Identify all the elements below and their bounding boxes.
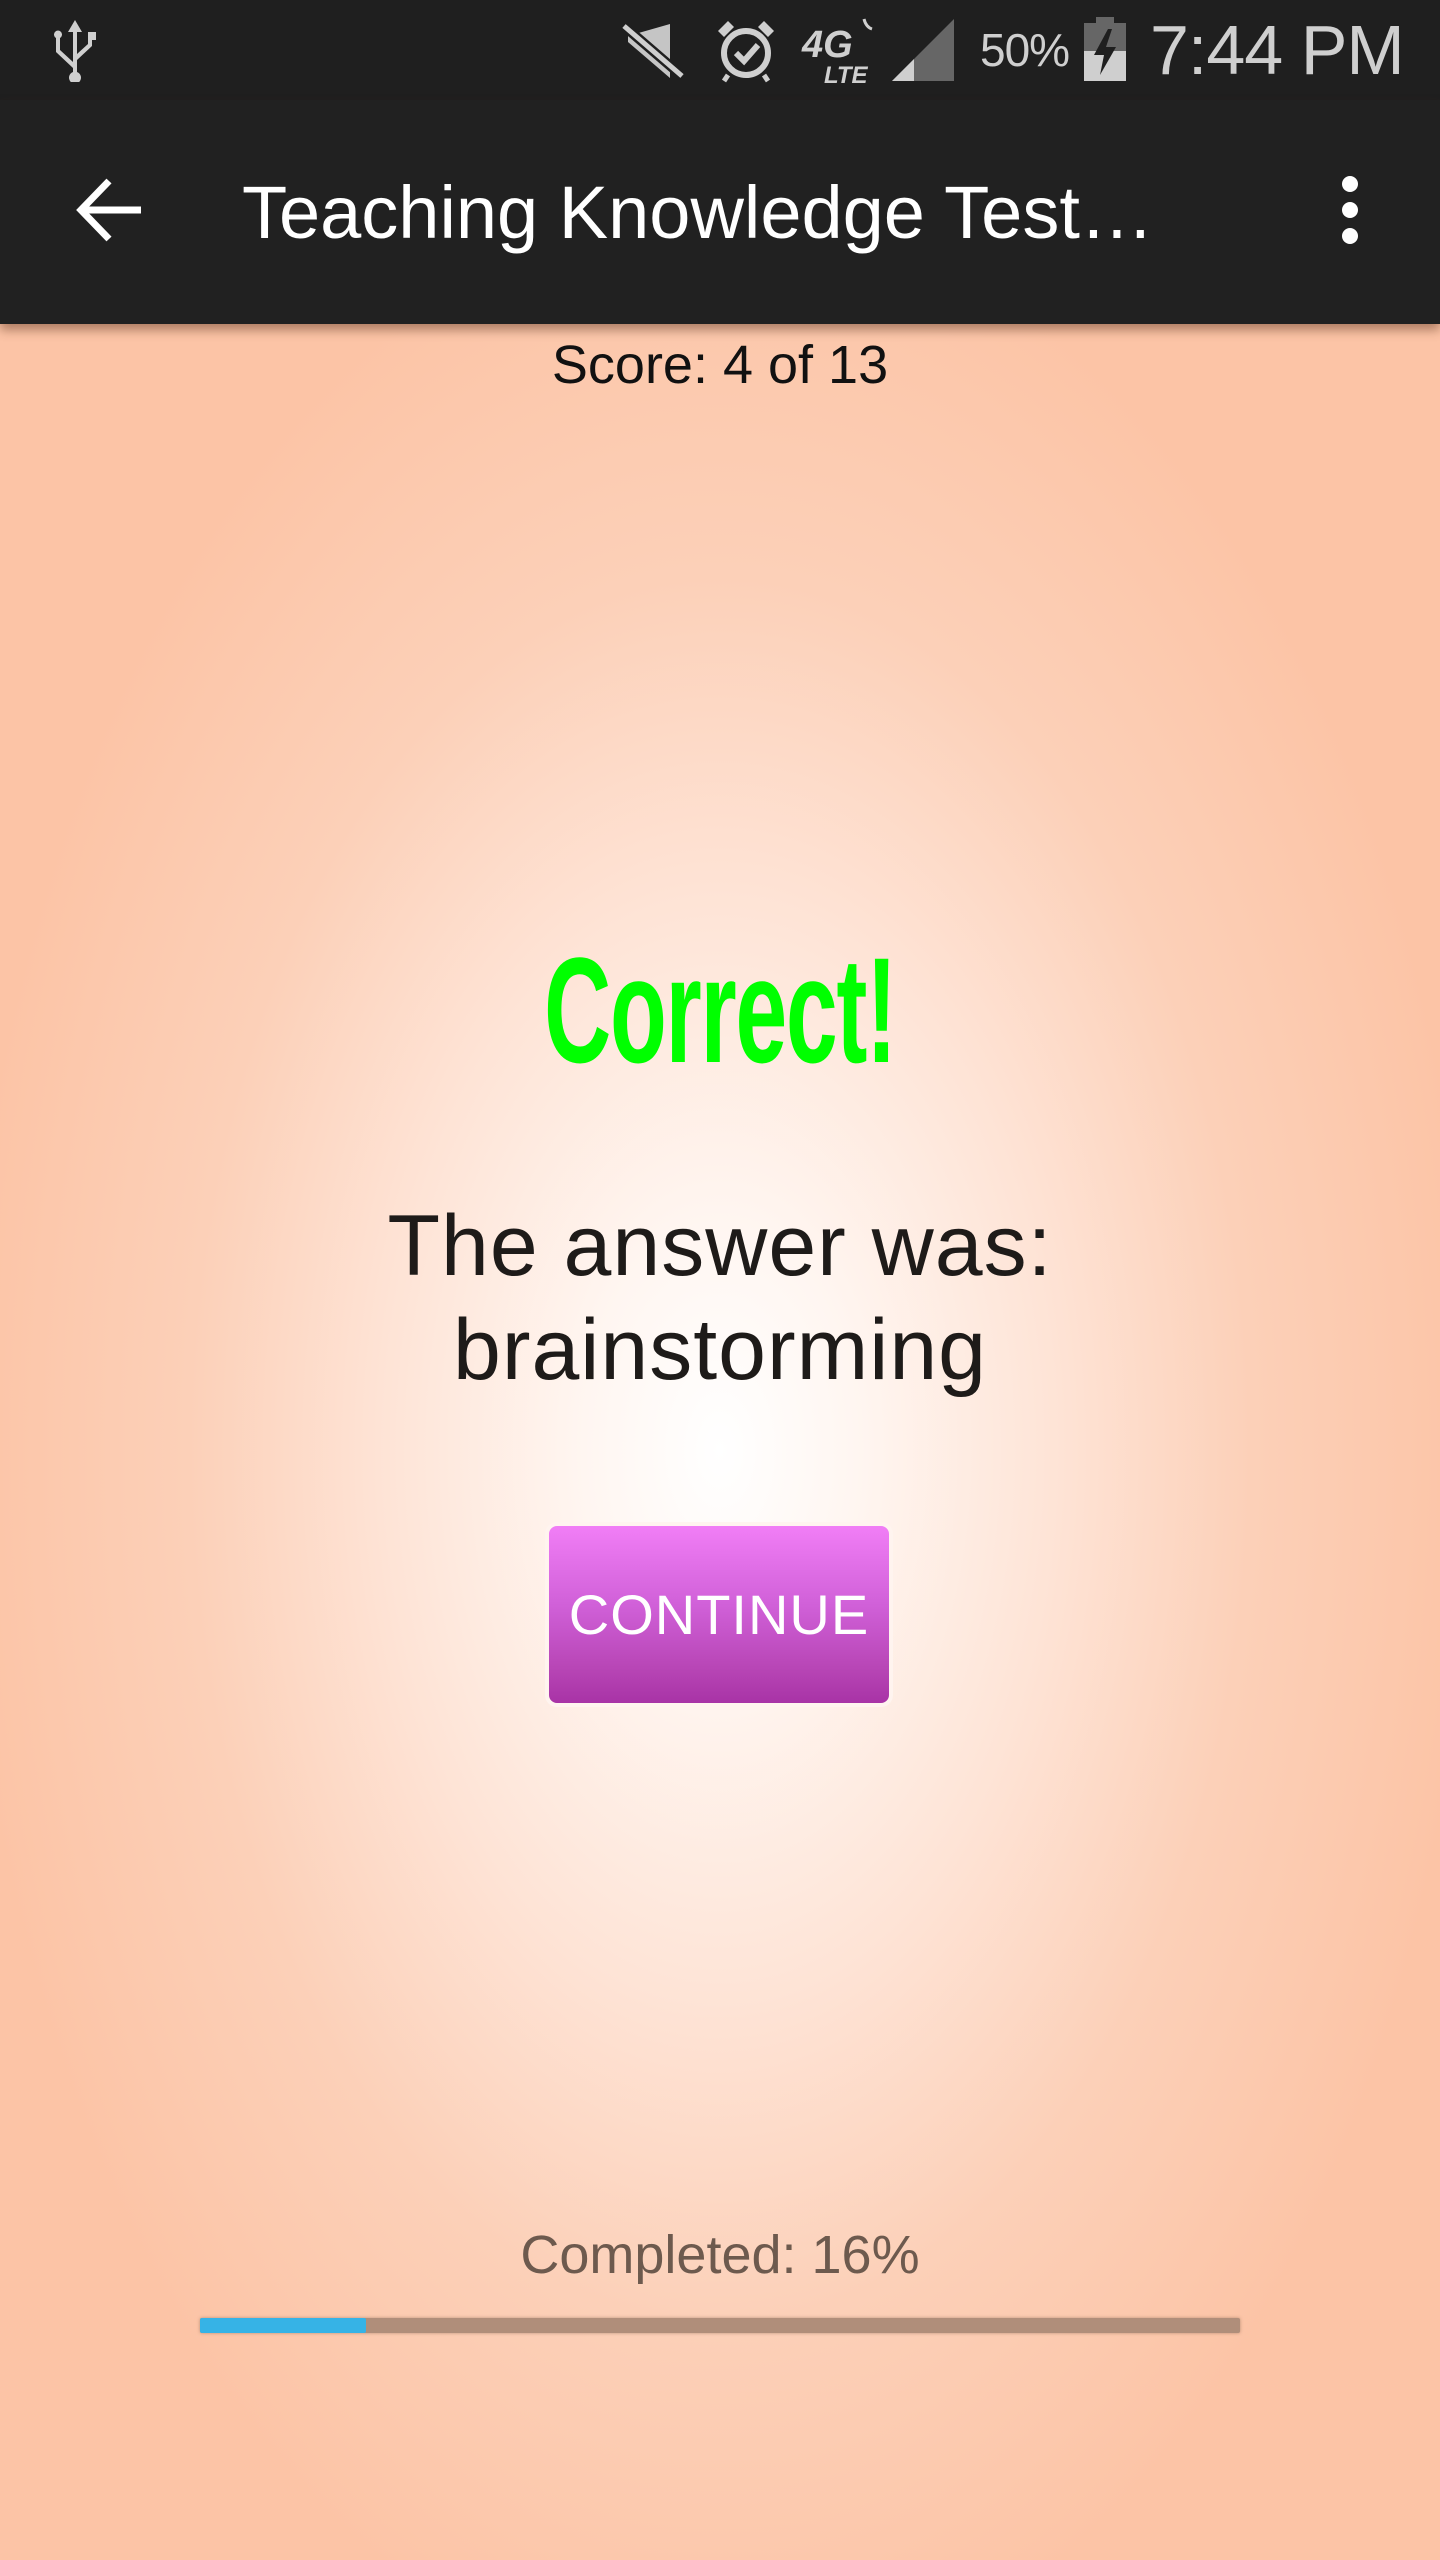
status-bar: 4G LTE 50% 7:44 PM bbox=[0, 0, 1440, 100]
overflow-menu-button[interactable] bbox=[1300, 162, 1400, 262]
svg-text:4G: 4G bbox=[801, 24, 853, 66]
continue-button[interactable]: CONTINUE bbox=[545, 1522, 893, 1707]
signal-icon bbox=[890, 0, 956, 100]
progress-fill bbox=[200, 2318, 367, 2333]
back-button[interactable] bbox=[60, 162, 160, 262]
arrow-left-icon bbox=[75, 177, 145, 248]
answer-value: brainstorming bbox=[453, 1302, 987, 1398]
svg-text:LTE: LTE bbox=[824, 62, 869, 85]
score-text: Score: 4 of 13 bbox=[551, 335, 889, 395]
progress-bar bbox=[200, 2318, 1240, 2333]
app-title: Teaching Knowledge Test… bbox=[242, 171, 1154, 254]
battery-charging-icon bbox=[1082, 0, 1128, 100]
lte-icon: 4G LTE bbox=[800, 0, 880, 100]
battery-percent: 50% bbox=[980, 24, 1070, 76]
result-heading: Correct! bbox=[544, 926, 897, 1094]
usb-icon bbox=[52, 0, 98, 100]
clock: 7:44 PM bbox=[1150, 11, 1405, 89]
more-vertical-icon bbox=[1338, 174, 1362, 251]
answer-text: The answer was: brainstorming bbox=[0, 1194, 1440, 1402]
alarm-icon bbox=[714, 0, 778, 100]
quiz-result-panel: Score: 4 of 13 Correct! The answer was: … bbox=[0, 324, 1440, 2560]
answer-intro: The answer was: bbox=[387, 1198, 1053, 1294]
mute-icon bbox=[618, 0, 688, 100]
completed-text: Completed: 16% bbox=[520, 2225, 920, 2285]
app-bar: Teaching Knowledge Test… bbox=[0, 100, 1440, 324]
